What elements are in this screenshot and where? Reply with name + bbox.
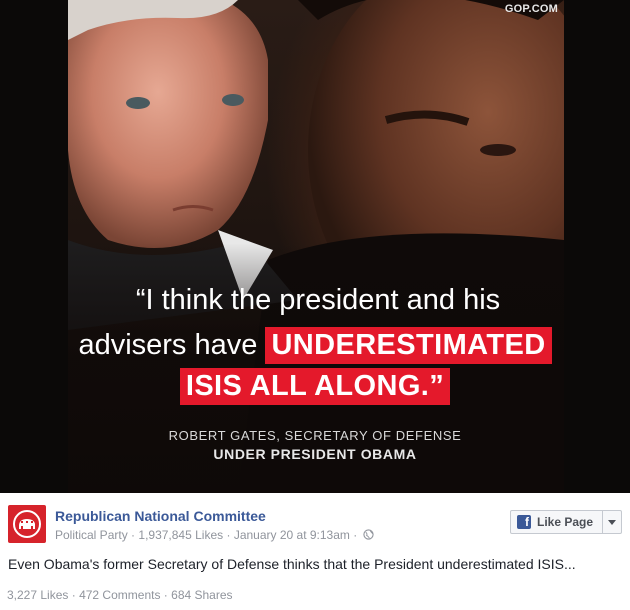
quote-highlight: ISIS ALL ALONG.” [179,368,451,405]
page-likes-count: 1,937,845 Likes [138,527,224,542]
attribution-line-1: ROBERT GATES, SECRETARY OF DEFENSE [168,428,462,443]
globe-icon[interactable] [362,529,374,540]
post-text: Even Obama's former Secretary of Defense… [8,556,576,572]
shares-count-link[interactable]: 684 Shares [171,588,232,602]
watermark: GOP.COM [504,3,558,15]
quote-line-1: “I think the president and his [3,283,630,317]
like-page-button[interactable]: f Like Page [510,510,622,534]
separator: · [163,588,168,602]
post-footer: Republican National Committee Political … [0,493,630,610]
separator: · [353,527,358,542]
chevron-down-icon [608,519,616,525]
photo-of-two-men [68,0,564,493]
quote-line-3: ISIS ALL ALONG.” [0,368,630,405]
like-page-label: Like Page [537,515,594,529]
post-date-link[interactable]: January 20 at 9:13am [234,528,350,542]
facebook-icon: f [517,515,531,529]
separator: · [226,527,231,542]
separator: · [131,527,136,542]
page-name-link[interactable]: Republican National Committee [55,508,266,524]
like-page-main[interactable]: f Like Page [511,511,603,533]
quote-line-2: advisers have UNDERESTIMATED [0,327,630,364]
quote-highlight: UNDERESTIMATED [265,327,552,364]
attribution-line-2: UNDER PRESIDENT OBAMA [213,446,417,462]
comments-count-link[interactable]: 472 Comments [79,588,160,602]
quote-text: advisers have [78,329,258,361]
page-category: Political Party [55,527,128,542]
post-meta: Political Party · 1,937,845 Likes · Janu… [55,527,374,542]
likes-count-link[interactable]: 3,227 Likes [7,588,68,602]
quote-text: “I think the president and his [135,284,501,316]
like-page-dropdown[interactable] [603,519,621,525]
post-stats: 3,227 Likes · 472 Comments · 684 Shares [7,588,233,602]
gop-elephant-icon [13,510,41,538]
post-image[interactable]: GOP.COM “I think the president and his a… [0,0,630,493]
separator: · [71,588,76,602]
page-avatar[interactable] [8,505,46,543]
